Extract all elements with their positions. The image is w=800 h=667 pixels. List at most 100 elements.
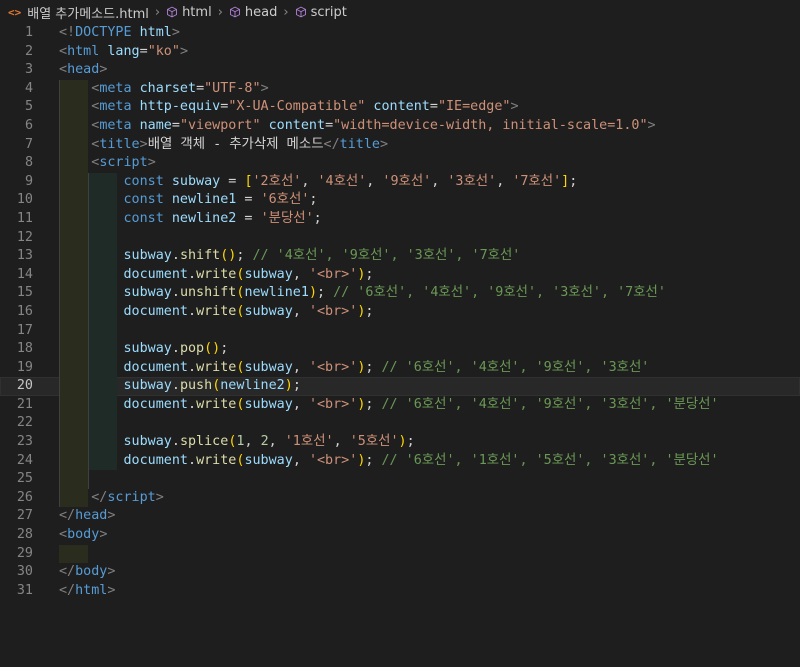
code-line[interactable]: 31 </html>: [0, 582, 800, 601]
code-token: ): [284, 378, 293, 394]
code-token: body: [67, 527, 100, 543]
code-line[interactable]: 29: [0, 544, 800, 564]
code-text: document.write(subway, '<br>'); // '6호선'…: [59, 359, 650, 378]
code-token: title: [339, 136, 380, 152]
code-token: =: [220, 173, 245, 189]
line-number: 4: [24, 80, 33, 96]
line-number: 23: [16, 434, 33, 450]
breadcrumb-file[interactable]: <> 배열 추가메소드.html: [8, 3, 149, 22]
code-line[interactable]: 30 </body>: [0, 563, 800, 582]
code-line[interactable]: 18 subway.pop();: [0, 340, 800, 359]
code-token: newline2: [163, 210, 237, 226]
line-number: 26: [16, 489, 33, 505]
breadcrumb-script[interactable]: script: [295, 5, 347, 20]
code-token: <: [59, 43, 68, 59]
breadcrumb-html-label: html: [182, 4, 212, 20]
code-token: '7호선': [512, 173, 562, 189]
code-line[interactable]: 4 <meta charset="UTF-8">: [0, 79, 800, 99]
line-number: 17: [16, 322, 33, 338]
code-token: '4호선': [317, 173, 367, 189]
breadcrumb-html[interactable]: html: [166, 5, 212, 20]
code-text: </html>: [59, 582, 115, 601]
code-text: subway.pop();: [59, 340, 229, 359]
code-token: const: [123, 173, 164, 189]
code-token: .: [188, 359, 197, 375]
code-token: pop: [179, 341, 205, 357]
line-number: 2: [24, 43, 33, 59]
indent-whitespace: [59, 321, 88, 341]
line-number: 25: [16, 471, 33, 487]
code-line[interactable]: 15 subway.unshift(newline1); // '6호선', '…: [0, 284, 800, 303]
code-token: [: [244, 173, 253, 189]
code-line[interactable]: 6 <meta name="viewport" content="width=d…: [0, 116, 800, 136]
code-line[interactable]: 16 document.write(subway, '<br>');: [0, 302, 800, 322]
code-token: "viewport": [179, 117, 261, 133]
code-line[interactable]: 9 const subway = ['2호선', '4호선', '9호선', '…: [0, 172, 800, 192]
code-line[interactable]: 11 const newline2 = '분당선';: [0, 209, 800, 229]
indent-guide: [59, 228, 60, 248]
code-line[interactable]: 25: [0, 470, 800, 489]
code-token: ,: [366, 173, 383, 189]
line-number: 31: [16, 582, 33, 598]
line-number: 19: [16, 359, 33, 375]
line-number: 30: [16, 564, 33, 580]
breadcrumb-head-label: head: [244, 4, 278, 20]
code-line[interactable]: 7 <title>배열 객체 - 추가삭제 메소드</title>: [0, 135, 800, 155]
code-line[interactable]: 21 document.write(subway, '<br>'); // '6…: [0, 395, 800, 415]
code-line[interactable]: 3 <head>: [0, 61, 800, 80]
code-line[interactable]: 22: [0, 414, 800, 434]
code-line[interactable]: 28 <body>: [0, 526, 800, 545]
code-token: // '6호선', '4호선', '9호선', '3호선': [381, 359, 650, 375]
code-token: newline1: [163, 192, 237, 208]
code-token: =: [429, 99, 438, 115]
code-line[interactable]: 17: [0, 321, 800, 341]
line-number: 12: [16, 229, 33, 245]
code-token: const: [123, 210, 164, 226]
code-token: '3호선': [447, 173, 497, 189]
code-line[interactable]: 20 subway.push(newline2);: [0, 377, 800, 396]
code-token: (): [220, 248, 237, 264]
code-token: document: [123, 266, 189, 282]
code-line[interactable]: 10 const newline1 = '6호선';: [0, 191, 800, 210]
code-line[interactable]: 12: [0, 228, 800, 248]
code-text: </body>: [59, 563, 115, 582]
code-line[interactable]: 19 document.write(subway, '<br>'); // '6…: [0, 358, 800, 378]
code-line[interactable]: 24 document.write(subway, '<br>'); // '6…: [0, 451, 800, 471]
code-line[interactable]: 26 </script>: [0, 488, 800, 508]
code-token: '<br>': [308, 303, 358, 319]
code-token: write: [196, 359, 237, 375]
code-line[interactable]: 14 document.write(subway, '<br>');: [0, 265, 800, 285]
code-line[interactable]: 27 </head>: [0, 507, 800, 526]
code-line[interactable]: 1 <!DOCTYPE html>: [0, 24, 800, 43]
code-line[interactable]: 5 <meta http-equiv="X-UA-Compatible" con…: [0, 98, 800, 117]
code-token: subway: [244, 303, 293, 319]
code-token: document: [123, 396, 189, 412]
code-token: >: [107, 508, 116, 524]
code-line[interactable]: 2 <html lang="ko">: [0, 43, 800, 62]
code-token: write: [196, 266, 237, 282]
code-line[interactable]: 13 subway.shift(); // '4호선', '9호선', '3호선…: [0, 247, 800, 266]
code-text: subway.shift(); // '4호선', '9호선', '3호선', …: [59, 247, 521, 266]
code-token: >: [139, 136, 148, 152]
code-line[interactable]: 23 subway.splice(1, 2, '1호선', '5호선');: [0, 433, 800, 452]
breadcrumb-head[interactable]: head: [229, 5, 277, 20]
indent-whitespace: [59, 228, 88, 248]
code-text: subway.push(newline2);: [59, 377, 301, 396]
code-token: ,: [244, 434, 261, 450]
code-token: subway: [244, 396, 293, 412]
indent-guide: [88, 470, 89, 489]
code-token: ,: [292, 266, 309, 282]
code-editor[interactable]: 1 <!DOCTYPE html> 2 <html lang="ko"> 3 <head>…: [0, 24, 800, 600]
line-number: 9: [24, 173, 33, 189]
code-token: newline2: [220, 378, 285, 394]
code-token: ;: [292, 378, 301, 394]
line-number: 8: [24, 155, 33, 171]
line-number: 11: [16, 210, 33, 226]
code-token: ,: [333, 434, 350, 450]
code-line[interactable]: 8 <script>: [0, 154, 800, 173]
